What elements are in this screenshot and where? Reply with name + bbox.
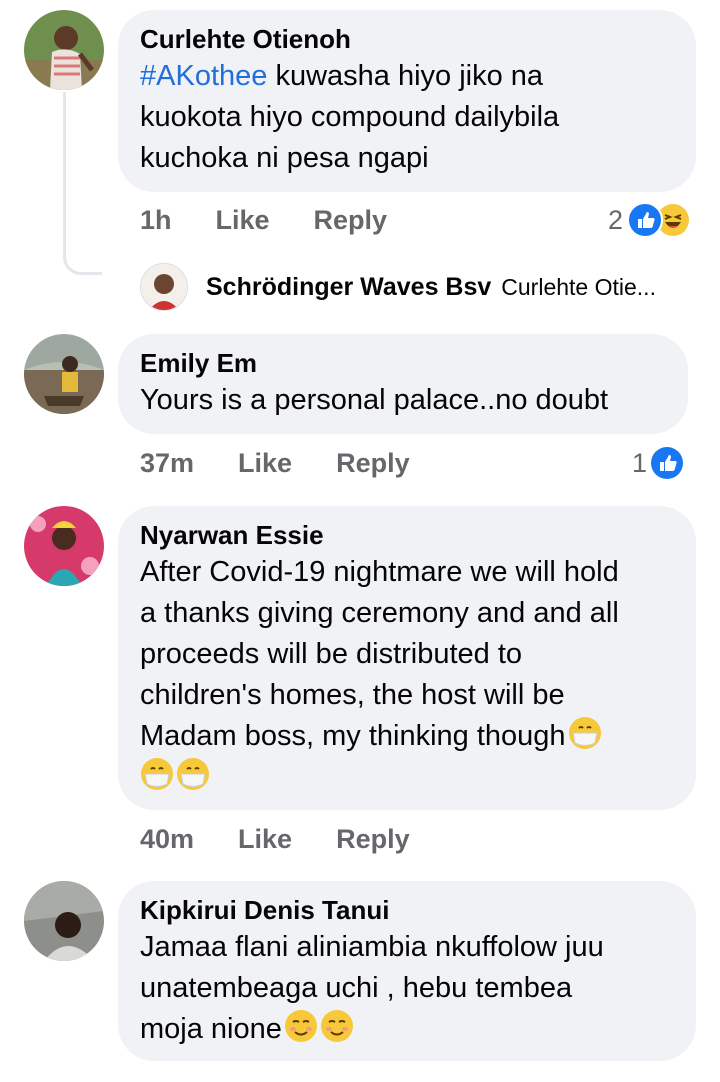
comment-text: #AKothee kuwasha hiyo jiko na kuokota hi… (140, 60, 560, 174)
avatar[interactable] (24, 881, 104, 961)
reaction-count: 2 (608, 204, 624, 235)
reply-button[interactable]: Reply (314, 205, 388, 236)
hashtag-link[interactable]: #AKothee (140, 60, 267, 92)
reaction-summary[interactable]: 2 (608, 200, 690, 240)
comment-bubble: Emily Em Yours is a personal palace..no … (118, 334, 688, 434)
comment-bubble: Curlehte Otienoh #AKothee kuwasha hiyo j… (118, 10, 696, 192)
comment-time[interactable]: 1h (140, 205, 172, 236)
comment-meta: 1h Like Reply (140, 200, 431, 240)
comment-bubble: Nyarwan Essie After Covid-19 nightmare w… (118, 506, 696, 810)
smirk-face-emoji-icon (284, 1009, 318, 1043)
reply-button[interactable]: Reply (336, 824, 410, 855)
reaction-count: 1 (632, 447, 648, 478)
comment-time[interactable]: 37m (140, 448, 194, 479)
comment-text: Yours is a personal palace..no doubt (140, 384, 609, 416)
smirk-face-emoji-icon (320, 1009, 354, 1043)
reaction-summary[interactable]: 1 (632, 443, 684, 483)
comment-meta: 37m Like Reply (140, 443, 454, 483)
like-button[interactable]: Like (216, 205, 270, 236)
like-reaction-icon (627, 202, 664, 238)
avatar[interactable] (24, 10, 104, 90)
like-button[interactable]: Like (238, 448, 292, 479)
mask-face-emoji-icon (568, 716, 602, 750)
mask-face-emoji-icon (176, 757, 210, 791)
comment-author[interactable]: Nyarwan Essie (140, 518, 674, 552)
thread-connector-line (63, 92, 102, 275)
comment-author[interactable]: Emily Em (140, 346, 666, 380)
mask-face-emoji-icon (140, 757, 174, 791)
avatar[interactable] (24, 334, 104, 414)
reply-snippet: Curlehte Otie... (501, 273, 656, 300)
reply-author: Schrödinger Waves Bsv (206, 272, 492, 301)
reply-preview[interactable]: Schrödinger Waves Bsv Curlehte Otie... (140, 262, 656, 312)
like-button[interactable]: Like (238, 824, 292, 855)
comment-time[interactable]: 40m (140, 824, 194, 855)
comment-meta: 40m Like Reply (140, 819, 454, 859)
comment-author[interactable]: Curlehte Otienoh (140, 22, 674, 56)
comment-text: Jamaa flani aliniambia nkuffolow juu una… (140, 931, 604, 1045)
comment-author[interactable]: Kipkirui Denis Tanui (140, 893, 674, 927)
reply-button[interactable]: Reply (336, 448, 410, 479)
like-reaction-icon (651, 447, 684, 479)
comment-bubble: Kipkirui Denis Tanui Jamaa flani aliniam… (118, 881, 696, 1061)
avatar[interactable] (24, 506, 104, 586)
comment-text: After Covid-19 nightmare we will hold a … (140, 552, 674, 798)
reply-avatar (140, 263, 188, 311)
